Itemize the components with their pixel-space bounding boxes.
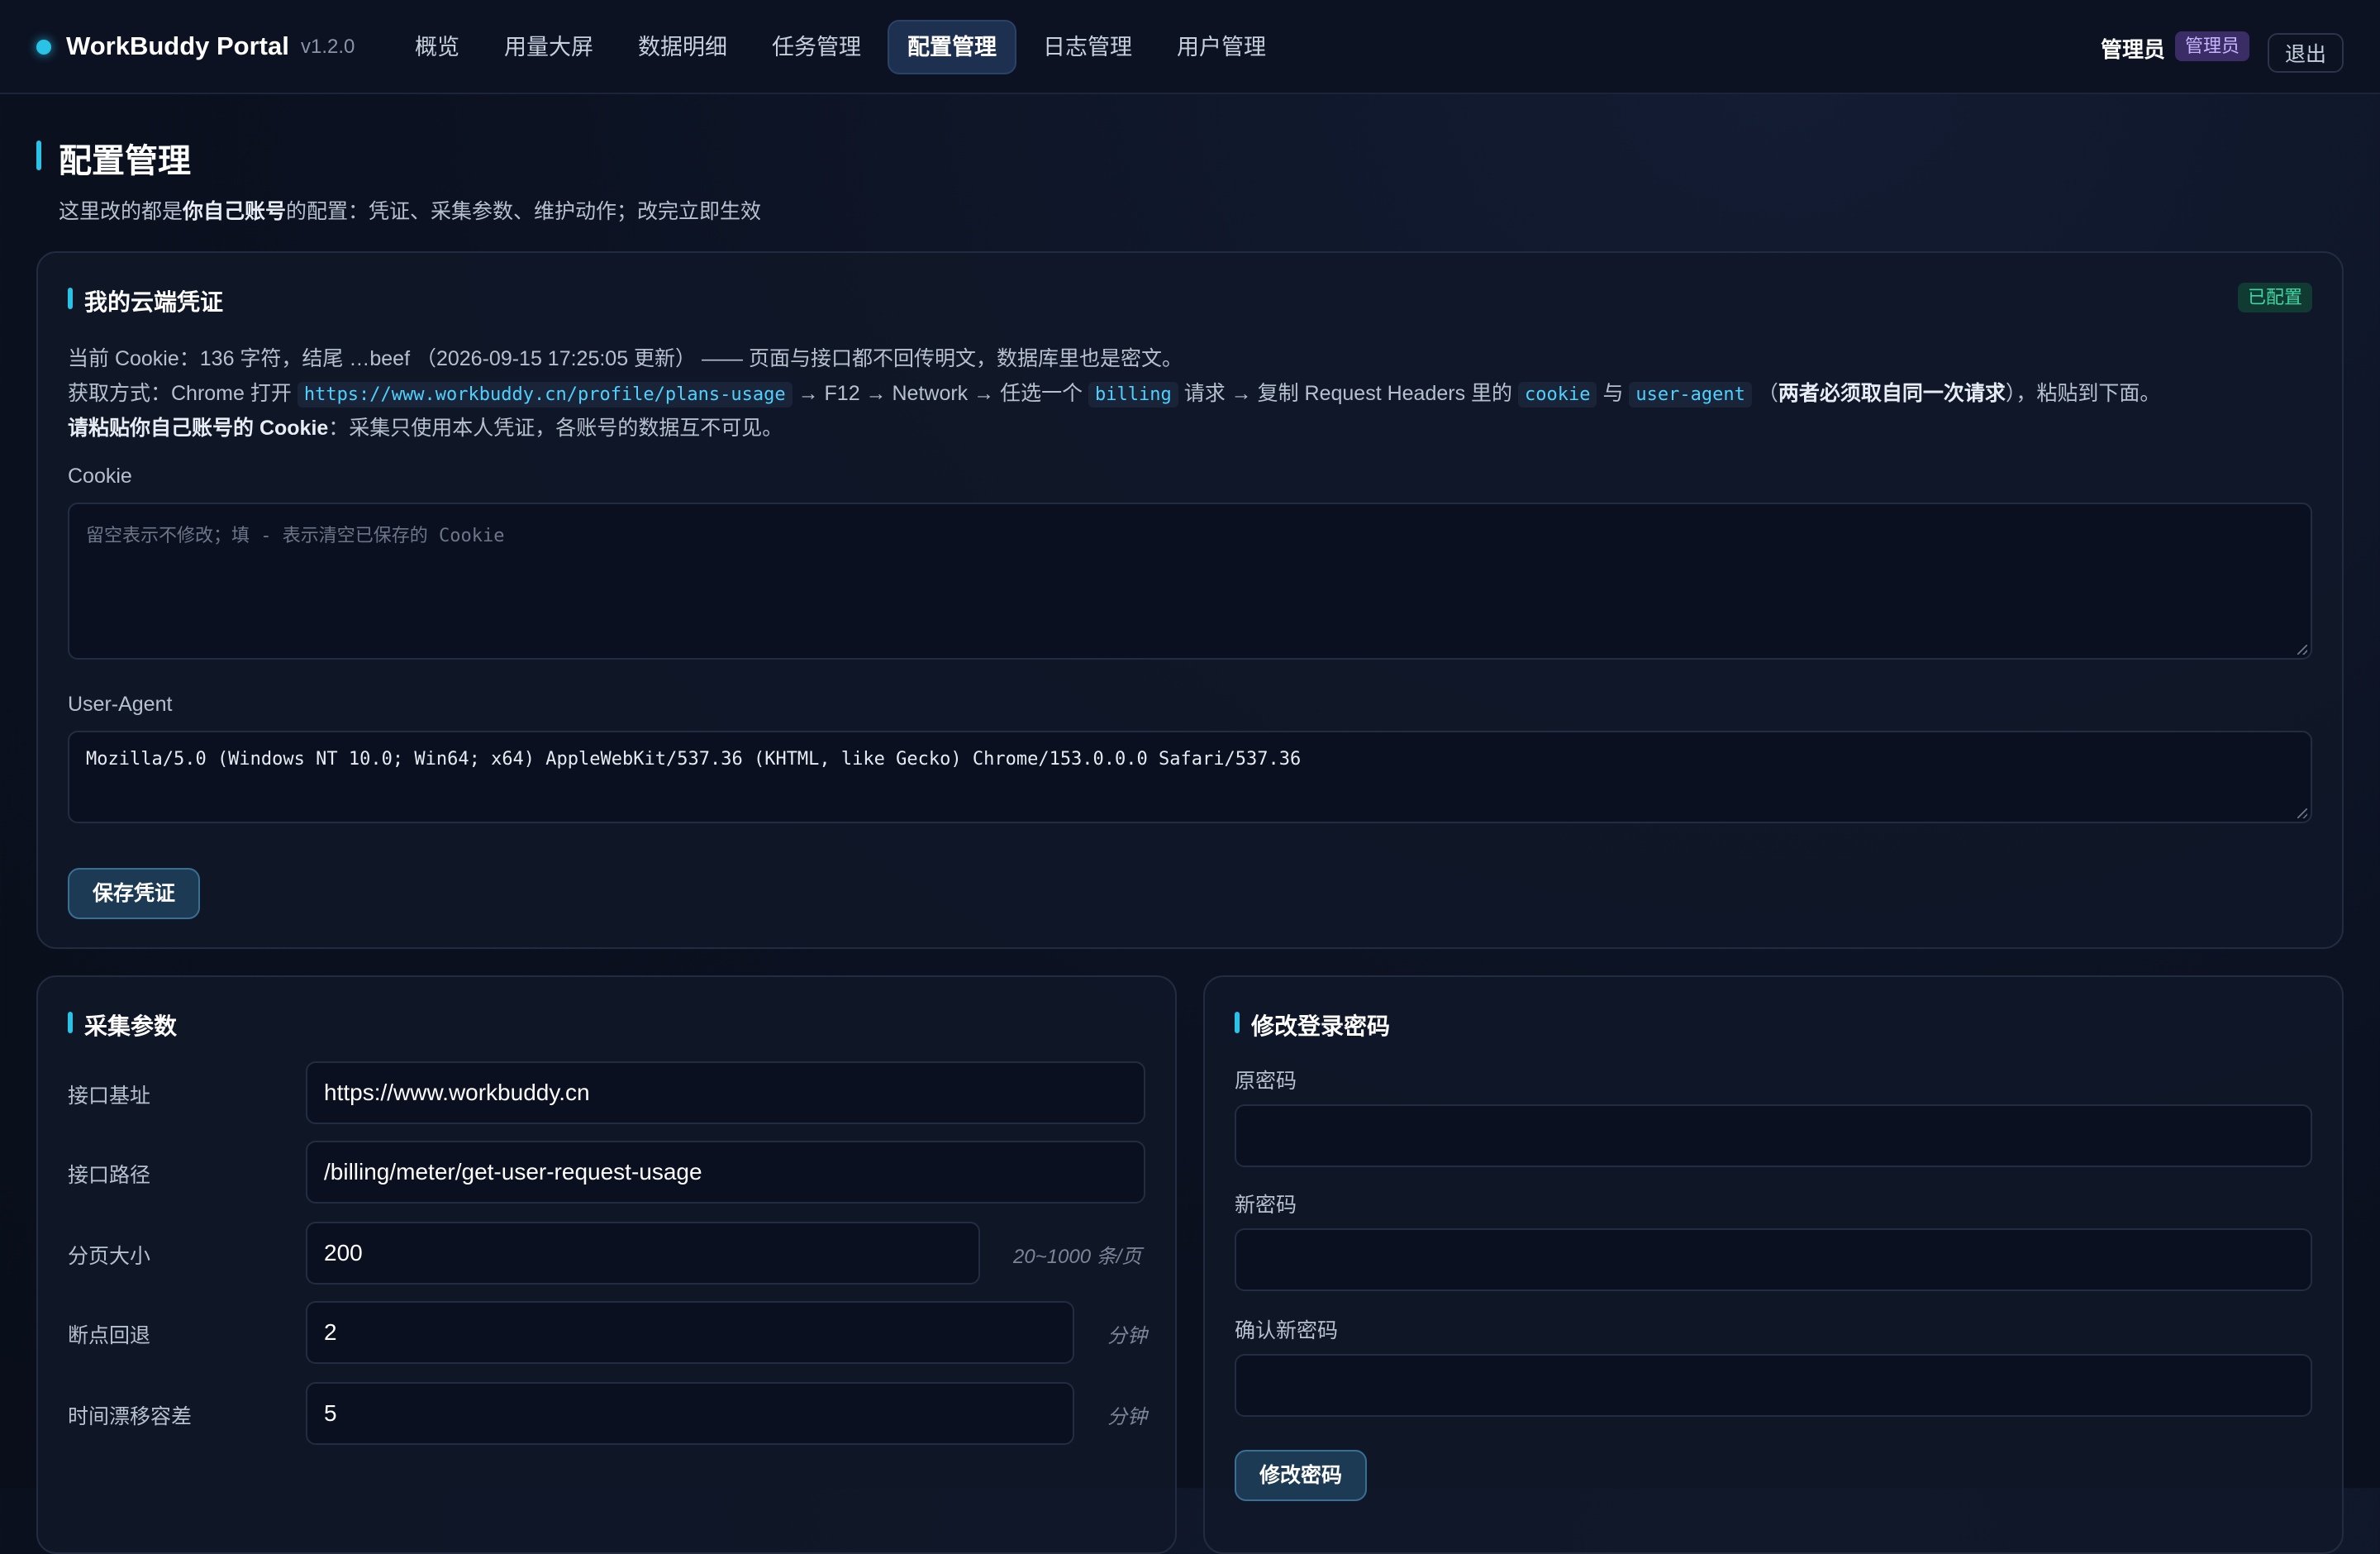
change-password-card: 修改登录密码 原密码 新密码 确认新密码 修改密码	[1203, 975, 2344, 1554]
status-badge: 已配置	[2237, 283, 2312, 312]
nav-overview[interactable]: 概览	[397, 20, 478, 74]
top-navbar: WorkBuddy Portal v1.2.0 概览 用量大屏 数据明细 任务管…	[0, 0, 2380, 94]
old-password-label: 原密码	[1235, 1070, 1297, 1093]
api-path-input[interactable]: /billing/meter/get-user-request-usage	[306, 1141, 1145, 1204]
drift-tolerance-input[interactable]: 5	[306, 1382, 1074, 1445]
version-label: v1.2.0	[301, 36, 355, 58]
nav-usage-dashboard[interactable]: 用量大屏	[486, 20, 612, 74]
brand-dot-icon	[36, 40, 51, 55]
change-password-title: 修改登录密码	[1235, 1008, 1390, 1042]
confirm-password-input[interactable]	[1235, 1354, 2312, 1417]
save-credentials-button[interactable]: 保存凭证	[68, 868, 201, 919]
new-password-input[interactable]	[1235, 1228, 2312, 1291]
old-password-input[interactable]	[1235, 1104, 2312, 1167]
nav-user-management[interactable]: 用户管理	[1159, 20, 1284, 74]
page-title: 配置管理	[59, 143, 191, 179]
current-user-name: 管理员	[2101, 37, 2166, 62]
nav-log-management[interactable]: 日志管理	[1025, 20, 1150, 74]
paste-hint-line: 请粘贴你自己账号的 Cookie：采集只使用本人凭证，各账号的数据互不可见。	[68, 417, 783, 440]
cookie-info-line: 当前 Cookie：136 字符，结尾 …beef （2026-09-15 17…	[68, 347, 1183, 370]
page-title-accent	[36, 141, 41, 170]
confirm-password-label: 确认新密码	[1235, 1319, 1339, 1342]
resume-backoff-label: 断点回退	[68, 1324, 151, 1347]
page-size-hint: 20~1000 条/页	[1013, 1246, 1142, 1268]
new-password-label: 新密码	[1235, 1194, 1297, 1217]
api-base-input[interactable]: https://www.workbuddy.cn	[306, 1061, 1145, 1124]
resize-handle-icon[interactable]	[2297, 808, 2307, 818]
api-base-label: 接口基址	[68, 1084, 151, 1108]
drift-tolerance-label: 时间漂移容差	[68, 1405, 193, 1428]
role-badge: 管理员	[2175, 31, 2250, 61]
user-agent-label: User-Agent	[68, 693, 173, 716]
resume-backoff-input[interactable]: 2	[306, 1301, 1074, 1364]
collect-params-card: 采集参数 接口基址 https://www.workbuddy.cn 接口路径 …	[36, 975, 1177, 1554]
plans-usage-url[interactable]: https://www.workbuddy.cn/profile/plans-u…	[297, 382, 793, 408]
page-subtitle: 这里改的都是你自己账号的配置：凭证、采集参数、维护动作；改完立即生效	[59, 200, 762, 223]
change-password-button[interactable]: 修改密码	[1235, 1450, 1368, 1501]
credentials-title: 我的云端凭证	[68, 284, 223, 317]
credentials-card: 我的云端凭证 已配置 当前 Cookie：136 字符，结尾 …beef （20…	[36, 251, 2344, 949]
resize-handle-icon[interactable]	[2297, 645, 2307, 655]
page-size-label: 分页大小	[68, 1245, 151, 1268]
main-nav: 概览 用量大屏 数据明细 任务管理 配置管理 日志管理 用户管理	[397, 20, 1284, 74]
drift-tolerance-unit: 分钟	[1107, 1406, 1147, 1428]
api-path-label: 接口路径	[68, 1164, 151, 1187]
nav-task-management[interactable]: 任务管理	[754, 20, 879, 74]
cookie-textarea[interactable]: 留空表示不修改；填 - 表示清空已保存的 Cookie	[68, 503, 2312, 660]
cookie-label: Cookie	[68, 465, 132, 488]
how-to-line: 获取方式：Chrome 打开 https://www.workbuddy.cn/…	[68, 377, 2160, 408]
nav-config-management[interactable]: 配置管理	[888, 20, 1016, 74]
page-size-input[interactable]: 200	[306, 1222, 980, 1285]
nav-data-details[interactable]: 数据明细	[620, 20, 745, 74]
resume-backoff-unit: 分钟	[1107, 1325, 1147, 1347]
logout-button[interactable]: 退出	[2268, 33, 2344, 73]
brand-name[interactable]: WorkBuddy Portal	[66, 31, 289, 61]
user-agent-textarea[interactable]: Mozilla/5.0 (Windows NT 10.0; Win64; x64…	[68, 731, 2312, 823]
collect-params-title: 采集参数	[68, 1008, 177, 1042]
